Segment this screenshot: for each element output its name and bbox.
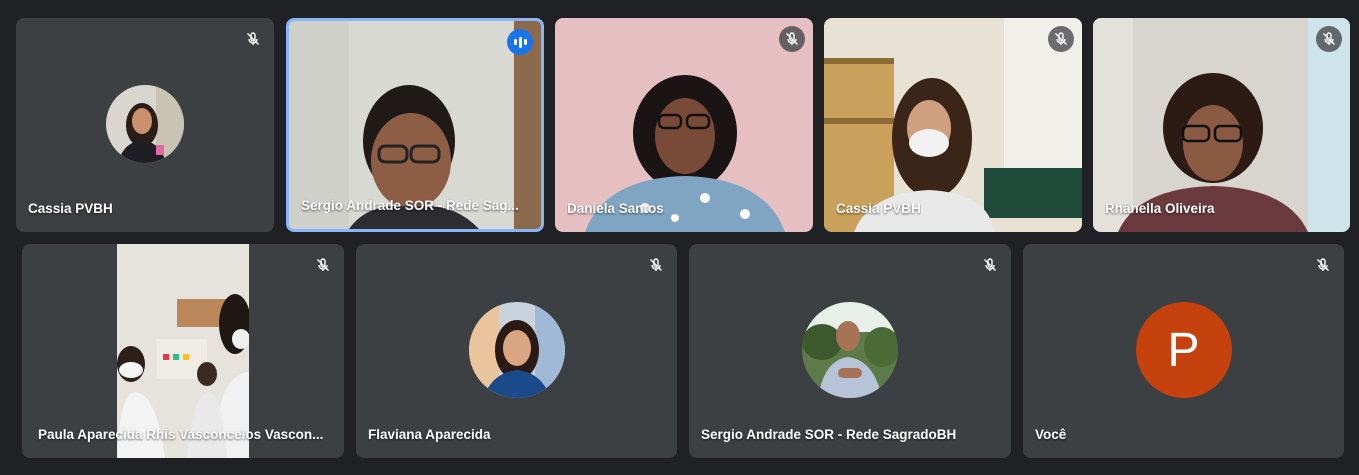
participant-name: Paula Aparecida Rhis Vasconcelos Vascon.… bbox=[38, 427, 324, 442]
participant-name: Sergio Andrade SOR - Rede SagradoBH bbox=[701, 427, 957, 442]
participant-name: Rhânella Oliveira bbox=[1105, 201, 1215, 216]
mic-muted-icon bbox=[643, 252, 669, 278]
letter-avatar: P bbox=[1135, 302, 1232, 398]
participant-name: Cassia PVBH bbox=[28, 201, 113, 216]
participant-tile-daniela-video[interactable]: Daniela Santos bbox=[555, 18, 813, 232]
participant-name: Você bbox=[1035, 427, 1067, 442]
mic-muted-icon bbox=[779, 26, 805, 52]
participant-avatar bbox=[106, 85, 184, 163]
participant-name: Daniela Santos bbox=[567, 201, 664, 216]
participant-tile-rhanella-video[interactable]: Rhânella Oliveira bbox=[1093, 18, 1350, 232]
participant-tile-paula-video[interactable]: Paula Aparecida Rhis Vasconcelos Vascon.… bbox=[22, 244, 344, 458]
participant-tile-self[interactable]: P Você bbox=[1023, 244, 1344, 458]
participant-video bbox=[117, 244, 249, 458]
participant-tile-sergio-avatar[interactable]: Sergio Andrade SOR - Rede SagradoBH bbox=[689, 244, 1011, 458]
mic-muted-icon bbox=[240, 26, 266, 52]
participant-tile-sergio-video[interactable]: Sergio Andrade SOR - Rede Sag... bbox=[286, 18, 544, 232]
participant-name: Cassia PVBH bbox=[836, 201, 921, 216]
participant-tile-cassia-avatar[interactable]: Cassia PVBH bbox=[16, 18, 274, 232]
participant-avatar bbox=[802, 302, 898, 398]
participant-video bbox=[824, 18, 1082, 232]
mic-muted-icon bbox=[1316, 26, 1342, 52]
participant-name: Sergio Andrade SOR - Rede Sag... bbox=[301, 198, 519, 213]
mic-muted-icon bbox=[310, 252, 336, 278]
participant-tile-cassia-video[interactable]: Cassia PVBH bbox=[824, 18, 1082, 232]
participant-name: Flaviana Aparecida bbox=[368, 427, 491, 442]
audio-level-icon bbox=[507, 29, 533, 55]
participant-video bbox=[555, 18, 813, 232]
mic-muted-icon bbox=[977, 252, 1003, 278]
participant-tile-flaviana-avatar[interactable]: Flaviana Aparecida bbox=[356, 244, 677, 458]
participant-video bbox=[1093, 18, 1350, 232]
mic-muted-icon bbox=[1048, 26, 1074, 52]
participant-avatar bbox=[468, 302, 565, 398]
mic-muted-icon bbox=[1310, 252, 1336, 278]
